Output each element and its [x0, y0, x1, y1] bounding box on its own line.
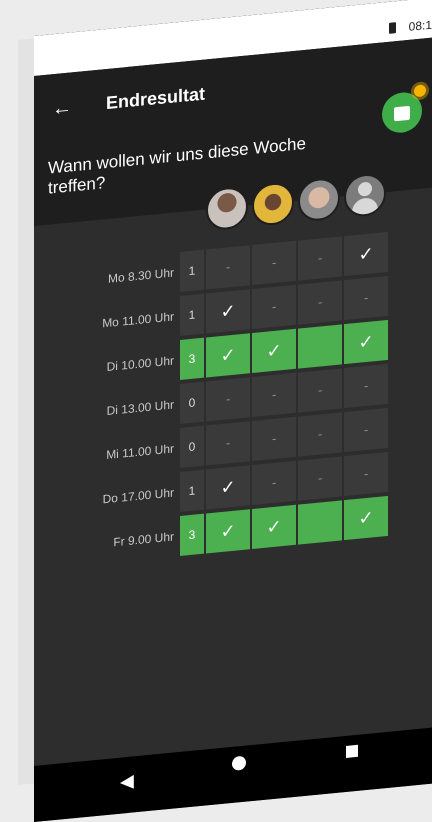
vote-cell: - [298, 412, 342, 457]
vote-cell: - [206, 245, 250, 290]
battery-icon [389, 22, 396, 34]
vote-cell: ✓ [206, 465, 250, 510]
vote-cell: - [298, 236, 342, 281]
vote-cell: - [252, 372, 296, 418]
vote-count: 1 [180, 249, 204, 292]
vote-count: 3 [180, 513, 204, 556]
vote-cell: ✓ [344, 495, 388, 541]
vote-cell: - [344, 363, 388, 409]
vote-count: 1 [180, 469, 204, 512]
vote-cell: ✓ [206, 509, 250, 554]
vote-cell: - [206, 421, 250, 466]
vote-count: 1 [180, 293, 204, 336]
vote-cell: - [298, 280, 342, 325]
vote-cell: ✓ [252, 328, 296, 374]
vote-cell: - [252, 284, 296, 330]
vote-cell: ✓ [252, 504, 296, 550]
vote-cell: - [298, 368, 342, 413]
nav-back-icon[interactable]: ◀ [120, 770, 134, 792]
vote-cell: - [344, 275, 388, 321]
vote-cell: ✓ [206, 333, 250, 378]
vote-cell: - [206, 377, 250, 422]
vote-count: 3 [180, 337, 204, 380]
vote-cell: - [344, 407, 388, 453]
vote-cell: - [298, 324, 342, 369]
back-arrow-icon[interactable]: ← [52, 96, 72, 121]
nav-recents-icon[interactable] [346, 744, 358, 758]
status-time: 08:1 [408, 17, 432, 34]
phone-screen: 08:1 ← Endresultat Wann wollen wir uns d… [34, 0, 432, 822]
nav-home-icon[interactable] [232, 755, 246, 771]
vote-cell: ✓ [206, 289, 250, 334]
vote-count: 0 [180, 425, 204, 468]
vote-cell: - [252, 240, 296, 286]
chart-icon [394, 105, 410, 122]
vote-cell: - [252, 460, 296, 506]
vote-cell: - [298, 500, 342, 545]
vote-cell: - [344, 451, 388, 497]
vote-cell: - [298, 456, 342, 501]
vote-cell: ✓ [344, 231, 388, 277]
vote-count: 0 [180, 381, 204, 424]
vote-cell: - [252, 416, 296, 462]
vote-cell: ✓ [344, 319, 388, 365]
